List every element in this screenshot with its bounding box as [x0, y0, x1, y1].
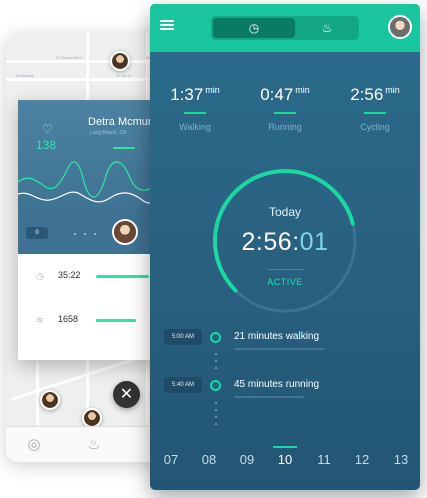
metric-number: 2:56 — [350, 85, 384, 104]
menu-icon[interactable] — [160, 20, 174, 30]
stat-value: 35:22 — [58, 270, 81, 280]
activity-wave-chart — [18, 161, 158, 204]
avatar — [84, 410, 100, 426]
app-showcase: W Ocean Blvd W Ocean Blvd Broadway W 1st… — [0, 0, 427, 498]
profile-location: Long Beach, CA — [90, 130, 127, 136]
time-hours-minutes: 2:56: — [241, 228, 300, 256]
page-dot — [84, 233, 86, 235]
day-item-selected[interactable]: 10 — [273, 452, 297, 467]
user-map-pin[interactable] — [110, 51, 130, 71]
user-map-pin[interactable] — [82, 408, 102, 428]
wave-line-primary — [18, 161, 158, 198]
close-button[interactable]: ✕ — [113, 381, 140, 408]
metric-cycling: 2:56 min Cycling — [330, 80, 420, 132]
metric-label: Running — [268, 122, 302, 132]
timeline-entry-text: 45 minutes running — [234, 379, 320, 390]
street-label: W 1st St — [116, 73, 132, 78]
mode-toggle: ◷ ♨ — [211, 16, 359, 40]
timeline-entry-text: 21 minutes walking — [234, 331, 320, 342]
total-active-time: 2:56:01 — [210, 228, 360, 257]
timeline-time-badge: 5:00 AM — [164, 329, 202, 345]
metric-value: 2:56 min — [330, 80, 420, 105]
metric-unit: min — [295, 85, 310, 95]
clock-icon: ◷ — [248, 21, 260, 35]
timeline-dot — [215, 353, 217, 355]
metric-walking: 1:37 min Walking — [150, 80, 240, 132]
stat-row: ≋ 1658 — [18, 302, 158, 342]
avatar — [42, 392, 58, 408]
profile-name: Detra Mcmur — [88, 116, 152, 128]
summary-divider — [267, 269, 303, 270]
activity-screen: ◷ ♨ 1:37 min Walking 0:47 min Running 2:56… — [150, 4, 420, 490]
metric-underline — [274, 112, 296, 114]
metric-underline — [364, 112, 386, 114]
top-bar: ◷ ♨ — [150, 4, 420, 52]
timeline-time-badge: 5:40 AM — [164, 377, 202, 393]
day-item[interactable]: 07 — [159, 452, 183, 467]
timeline-dot — [215, 409, 217, 411]
metric-value: 1:37 min — [150, 80, 240, 105]
profile-chip-row: 0 — [18, 214, 158, 254]
profile-card: ♡ 138 Detra Mcmur Long Beach, CA 0 ◷ 35:… — [18, 100, 158, 360]
metric-label: Cycling — [360, 122, 390, 132]
stat-value: 1658 — [58, 314, 79, 324]
likes-count: 138 — [36, 138, 57, 152]
day-item[interactable]: 08 — [197, 452, 221, 467]
timeline-dot — [215, 367, 217, 369]
avatar-image — [390, 17, 410, 37]
metric-unit: min — [385, 85, 400, 95]
flame-icon[interactable]: ♨ — [86, 437, 102, 453]
flame-icon: ♨ — [321, 21, 333, 35]
timeline-dot — [215, 423, 217, 425]
timeline-dot — [215, 360, 217, 362]
toggle-flame[interactable]: ♨ — [297, 18, 357, 38]
timeline-dot — [215, 402, 217, 404]
stat-progress-bar — [96, 275, 149, 278]
timeline-entry-subtext — [234, 348, 324, 350]
day-item[interactable]: 12 — [350, 452, 374, 467]
day-item[interactable]: 11 — [312, 452, 336, 467]
metric-unit: min — [205, 85, 220, 95]
distance-icon: ≋ — [36, 315, 44, 325]
avatar — [112, 53, 128, 69]
heart-icon[interactable]: ♡ — [42, 122, 53, 136]
selected-day-indicator — [273, 446, 297, 448]
day-selector: 07 08 09 10 11 12 13 — [150, 452, 420, 476]
wave-line-secondary — [18, 191, 158, 204]
user-map-pin[interactable] — [40, 390, 60, 410]
metric-underline — [184, 112, 206, 114]
profile-divider — [113, 147, 135, 149]
avatar[interactable] — [388, 15, 412, 39]
stat-progress-bar — [96, 319, 136, 322]
timeline-node[interactable] — [210, 332, 221, 343]
metric-running: 0:47 min Running — [240, 80, 330, 132]
clock-icon: ◷ — [36, 271, 44, 281]
page-dot — [74, 233, 76, 235]
metric-number: 1:37 — [170, 85, 204, 104]
avatar-image — [114, 221, 136, 243]
metric-number: 0:47 — [260, 85, 294, 104]
avatar[interactable] — [112, 219, 138, 245]
globe-icon[interactable]: ◎ — [26, 437, 42, 453]
toggle-clock[interactable]: ◷ — [213, 18, 295, 38]
timeline-entry-subtext — [234, 396, 304, 398]
metric-value: 0:47 min — [240, 80, 330, 105]
stat-row: ◷ 35:22 — [18, 258, 158, 298]
timeline-node[interactable] — [210, 380, 221, 391]
street-label: Broadway — [16, 73, 34, 78]
profile-header: ♡ 138 Detra Mcmur Long Beach, CA 0 — [18, 100, 158, 254]
street-label: W Ocean Blvd — [56, 55, 82, 60]
page-dot — [94, 233, 96, 235]
status-label: ACTIVE — [267, 277, 303, 287]
summary-label: Today — [268, 205, 302, 219]
count-chip[interactable]: 0 — [26, 227, 48, 239]
close-icon: ✕ — [119, 386, 134, 403]
timeline-dot — [215, 416, 217, 418]
time-seconds: 01 — [299, 228, 329, 256]
day-item[interactable]: 09 — [235, 452, 259, 467]
metric-label: Walking — [179, 122, 211, 132]
day-item[interactable]: 13 — [389, 452, 413, 467]
